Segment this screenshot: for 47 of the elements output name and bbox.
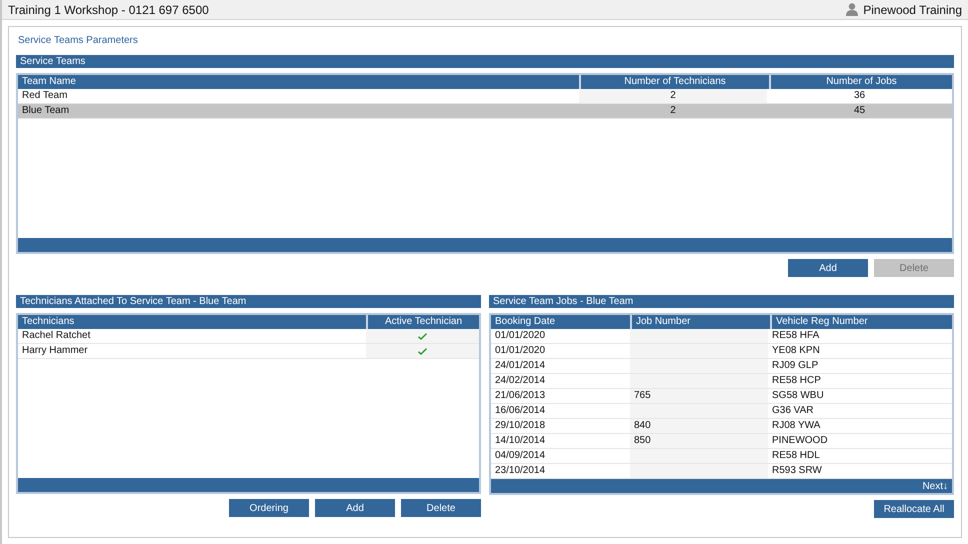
table-cell: 2	[579, 89, 767, 103]
table-cell-text: RE58 HCP	[771, 374, 822, 388]
table-cell-text: 21/06/2013	[494, 389, 546, 403]
table-cell-text: 24/01/2014	[494, 359, 546, 373]
table-cell-text: Harry Hammer	[21, 344, 89, 358]
section-header: Technicians Attached To Service Team - Blue Team	[16, 295, 481, 308]
table-cell-text: PINEWOOD	[771, 434, 829, 448]
window-title: Training 1 Workshop - 0121 697 6500	[8, 2, 209, 16]
table-cell-text: RJ09 GLP	[771, 359, 820, 373]
table-cell-text: R593 SRW	[771, 464, 823, 478]
table-cell-text: 04/09/2014	[494, 449, 546, 463]
column-header[interactable]: Number of Jobs	[771, 75, 952, 89]
page-title: Service Teams Parameters	[18, 35, 138, 46]
table-cell-text: 01/01/2020	[494, 329, 546, 343]
column-header[interactable]: Vehicle Reg Number	[772, 315, 952, 329]
table-cell-text: G36 VAR	[771, 404, 814, 418]
table-cell: 840	[630, 419, 768, 433]
action-button[interactable]: Delete	[401, 499, 481, 517]
table-cell-text: 24/02/2014	[494, 374, 546, 388]
section-header: Service Teams	[16, 55, 954, 68]
user-icon	[846, 3, 858, 16]
table-cell-text: 23/10/2014	[494, 464, 546, 478]
table-cell-text: RJ08 YWA	[771, 419, 822, 433]
table-cell-text: Blue Team	[21, 104, 70, 118]
section-header: Service Team Jobs - Blue Team	[489, 295, 954, 308]
add-button[interactable]: Add	[788, 259, 868, 277]
column-header[interactable]: Active Technician	[368, 315, 479, 329]
table-cell-text: 29/10/2018	[494, 419, 546, 433]
table-cell-text: 45	[852, 104, 866, 118]
table-cell-text: SG58 WBU	[771, 389, 825, 403]
table-cell-text: YE08 KPN	[771, 344, 821, 358]
reallocate-all-button[interactable]: Reallocate All	[874, 500, 954, 518]
table-cell-text: 14/10/2014	[494, 434, 546, 448]
table-cell-text: RE58 HDL	[771, 449, 821, 463]
table-cell-text: 01/01/2020	[494, 344, 546, 358]
table-cell-text: 36	[852, 89, 866, 103]
user-name: Pinewood Training	[863, 2, 962, 16]
next-link[interactable]: Next↓	[922, 480, 948, 492]
table-cell: 850	[630, 434, 768, 448]
table-cell-text: 16/06/2014	[494, 404, 546, 418]
table-row[interactable]: Blue Team 2 45	[18, 104, 952, 119]
table-cell: 765	[630, 389, 768, 403]
table-cell-text: RE58 HFA	[771, 329, 820, 343]
action-button[interactable]: Add	[315, 499, 395, 517]
table-cell-text: Red Team	[21, 89, 68, 103]
action-button[interactable]: Ordering	[229, 499, 309, 517]
table-cell-text: Rachel Ratchet	[21, 329, 92, 343]
